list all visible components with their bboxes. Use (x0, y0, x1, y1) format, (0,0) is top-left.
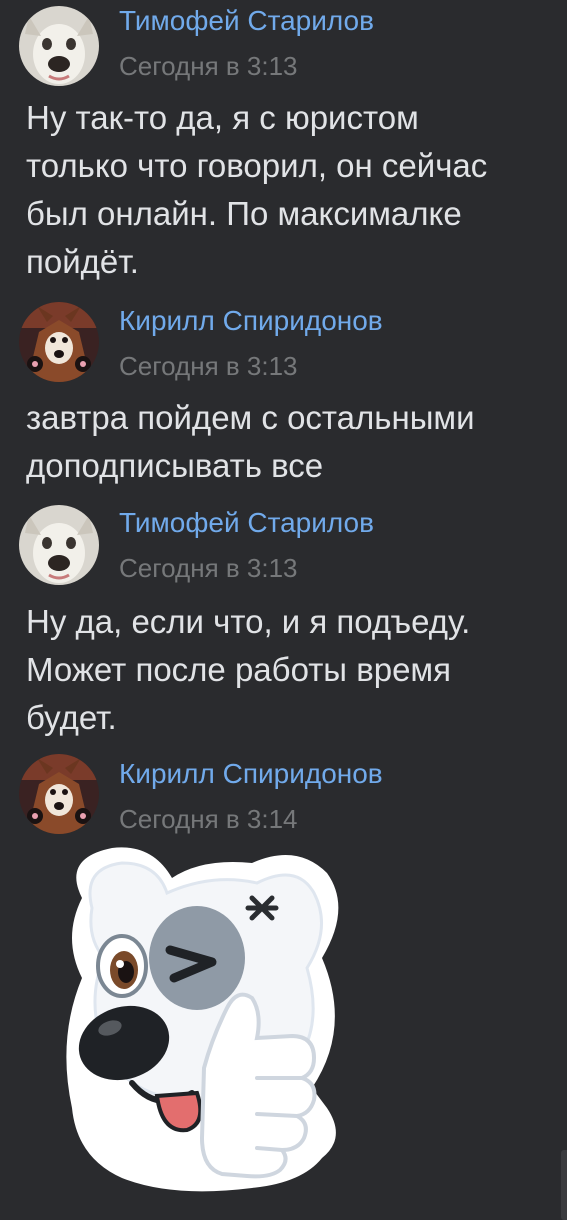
message-time: Сегодня в 3:13 (119, 553, 298, 583)
message-line: пойдёт. (26, 243, 139, 280)
message-time: Сегодня в 3:14 (119, 804, 298, 834)
scroll-edge (561, 1150, 567, 1220)
message-text: Ну да, если что, и я подъеду. Может посл… (26, 598, 561, 742)
message-line: Может после работы время (26, 651, 451, 688)
author-name[interactable]: Тимофей Старилов (119, 506, 374, 540)
message-line: будет. (26, 699, 117, 736)
winking-dog-thumbs-up-sticker[interactable] (52, 838, 352, 1208)
avatar-timofey[interactable] (19, 505, 99, 585)
message-line: только что говорил, он сейчас (26, 147, 488, 184)
message-text: Ну так-то да, я с юристом только что гов… (26, 94, 561, 286)
avatar-kirill[interactable] (19, 302, 99, 382)
message-time: Сегодня в 3:13 (119, 51, 298, 81)
author-name[interactable]: Кирилл Спиридонов (119, 757, 383, 791)
avatar-kirill[interactable] (19, 754, 99, 834)
message-line: был онлайн. По максималке (26, 195, 462, 232)
message-line: Ну так-то да, я с юристом (26, 99, 419, 136)
message-line: завтра пойдем с остальными (26, 399, 475, 436)
author-name[interactable]: Тимофей Старилов (119, 4, 374, 38)
message-line: доподписывать все (26, 447, 324, 484)
message-time: Сегодня в 3:13 (119, 351, 298, 381)
author-name[interactable]: Кирилл Спиридонов (119, 304, 383, 338)
message-text: завтра пойдем с остальными доподписывать… (26, 394, 561, 490)
message-line: Ну да, если что, и я подъеду. (26, 603, 471, 640)
avatar-timofey[interactable] (19, 6, 99, 86)
